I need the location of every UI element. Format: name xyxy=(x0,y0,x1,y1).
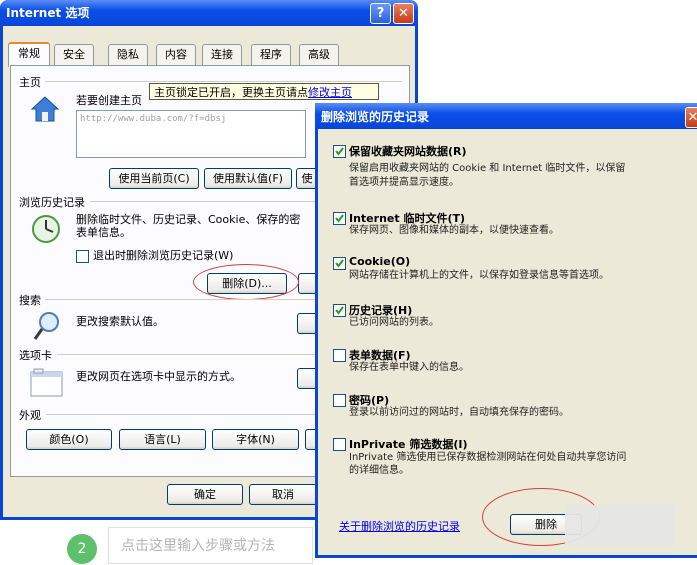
check-icon xyxy=(335,214,344,223)
inprivate-title: InPrivate 筛选数据(I) xyxy=(349,438,468,451)
appearance-group-label: 外观 xyxy=(19,407,45,423)
highlight-ellipse xyxy=(193,264,299,300)
passwords-checkbox[interactable] xyxy=(333,394,346,407)
use-current-button[interactable]: 使用当前页(C) xyxy=(109,168,199,189)
inprivate-desc-2: 的详细信息。 xyxy=(349,465,409,476)
cookies-title: Cookie(O) xyxy=(349,255,411,268)
history-group-label: 浏览历史记录 xyxy=(19,194,89,210)
homepage-url-field[interactable]: http://www.duba.com/?f=dbsj xyxy=(76,110,306,158)
tabs-description: 更改网页在选项卡中显示的方式。 xyxy=(76,370,241,383)
cookies-checkbox[interactable] xyxy=(333,257,346,270)
search-description: 更改搜索默认值。 xyxy=(76,315,164,328)
temp-files-desc: 保存网页、图像和媒体的副本，以便快速查看。 xyxy=(349,225,559,236)
tab-general[interactable]: 常规 xyxy=(8,42,50,67)
about-delete-history-link[interactable]: 关于删除浏览的历史记录 xyxy=(339,518,460,534)
tab-connections[interactable]: 连接 xyxy=(202,44,242,65)
inprivate-desc-1: InPrivate 筛选使用已保存数据检测网站在何处自动共享您访问 xyxy=(349,452,627,463)
dialog-client-area xyxy=(318,129,697,555)
close-button[interactable]: ✕ xyxy=(393,3,414,24)
check-icon xyxy=(335,147,344,156)
keep-favorites-title: 保留收藏夹网站数据(R) xyxy=(349,145,467,158)
magnifier-icon xyxy=(32,310,62,342)
temp-files-checkbox[interactable] xyxy=(333,212,346,225)
cancel-button[interactable]: 取消 xyxy=(249,484,317,505)
inprivate-checkbox[interactable] xyxy=(333,438,346,451)
form-data-desc: 保存在表单中键入的信息。 xyxy=(349,362,469,373)
divider xyxy=(42,81,402,82)
keep-favorites-desc-2: 首选项并提高显示速度。 xyxy=(349,177,459,188)
dialog-close-button[interactable]: ✕ xyxy=(685,107,697,128)
modify-homepage-link[interactable]: 修改主页 xyxy=(308,86,352,99)
dialog-title: 删除浏览的历史记录 xyxy=(321,110,430,124)
languages-button[interactable]: 语言(L) xyxy=(119,429,206,450)
passwords-desc: 登录以前访问过的网站时，自动填充保存的密码。 xyxy=(349,407,569,418)
fonts-button[interactable]: 字体(N) xyxy=(212,429,299,450)
tabs-group-label: 选项卡 xyxy=(19,347,56,363)
delete-on-exit-checkbox[interactable] xyxy=(76,250,89,263)
tab-advanced[interactable]: 高级 xyxy=(299,44,339,65)
keep-favorites-desc-1: 保留启用收藏夹网站的 Cookie 和 Internet 临时文件，以保留 xyxy=(349,163,626,174)
delete-on-exit-label: 退出时删除浏览历史记录(W) xyxy=(93,249,234,262)
window-title: Internet 选项 xyxy=(6,6,90,20)
history-desc: 已访问网站的列表。 xyxy=(349,317,439,328)
home-group-label: 主页 xyxy=(19,74,45,90)
colors-button[interactable]: 颜色(O) xyxy=(26,429,112,450)
tab-privacy[interactable]: 隐私 xyxy=(108,44,148,65)
history-description-1: 删除临时文件、历史记录、Cookie、保存的密 xyxy=(76,213,301,226)
homepage-lock-tooltip: 主页锁定已开启，更换主页请点修改主页 xyxy=(149,83,379,100)
history-clock-icon xyxy=(30,213,62,245)
tooltip-text: 主页锁定已开启，更换主页请点 xyxy=(154,86,308,99)
search-group-label: 搜索 xyxy=(19,292,45,308)
tab-content[interactable]: 内容 xyxy=(156,44,196,65)
step-input-field[interactable]: 点击这里输入步骤或方法 xyxy=(108,527,313,564)
use-default-button[interactable]: 使用默认值(F) xyxy=(204,168,292,189)
help-button[interactable]: ? xyxy=(370,3,391,24)
step-number-badge: 2 xyxy=(67,534,97,564)
watermark-blur xyxy=(565,505,675,545)
history-description-2: 表单信息。 xyxy=(76,226,131,239)
check-icon xyxy=(335,259,344,268)
ok-button[interactable]: 确定 xyxy=(167,484,243,505)
home-icon xyxy=(30,95,60,123)
form-data-checkbox[interactable] xyxy=(333,349,346,362)
history-checkbox[interactable] xyxy=(333,304,346,317)
cookies-desc: 网站存储在计算机上的文件，以保存如登录信息等首选项。 xyxy=(349,270,609,281)
tabs-window-icon xyxy=(30,368,64,398)
tab-security[interactable]: 安全 xyxy=(54,44,94,65)
check-icon xyxy=(335,306,344,315)
home-description: 若要创建主页 xyxy=(76,94,142,107)
tab-programs[interactable]: 程序 xyxy=(251,44,291,65)
keep-favorites-checkbox[interactable] xyxy=(333,145,346,158)
